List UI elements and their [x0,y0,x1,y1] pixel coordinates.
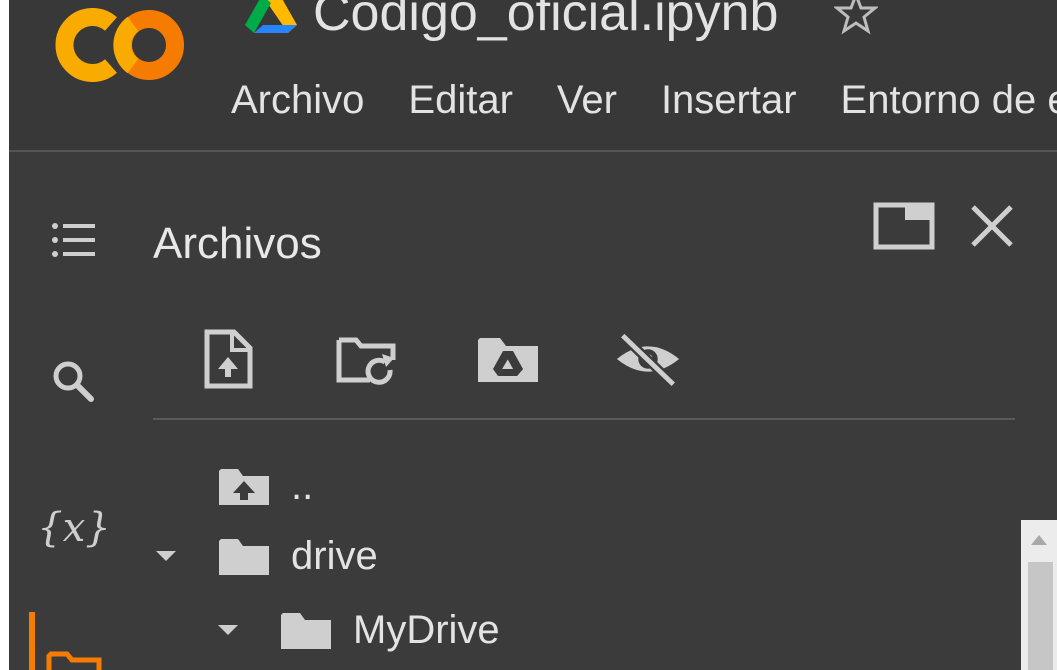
files-button[interactable] [39,640,109,670]
refresh-button[interactable] [333,324,403,394]
folder-refresh-icon [336,337,396,385]
google-drive-icon[interactable] [245,0,297,33]
close-icon [971,205,1013,247]
files-panel: Archivos .. drive MyDrive [134,152,1057,670]
caret-down-icon [156,551,176,561]
tree-row-mydrive[interactable]: MyDrive [215,602,500,658]
expand-toggle[interactable] [153,528,179,584]
folder-icon [219,539,269,575]
search-button[interactable] [39,352,109,412]
nav-rail: {x} [9,152,134,670]
menu-editar[interactable]: Editar [408,74,513,126]
drive-folder-icon [478,338,538,382]
close-panel-button[interactable] [957,196,1027,256]
panel-title: Archivos [153,219,322,268]
expand-toggle[interactable] [215,602,241,658]
upload-file-button[interactable] [193,324,263,394]
variables-button[interactable]: {x} [37,498,111,558]
tree-row-drive[interactable]: drive [153,528,378,584]
colab-logo-icon[interactable] [53,2,193,88]
title-row: Código_oficial.ipynb [245,0,879,48]
header: Código_oficial.ipynb Archivo Editar Ver … [9,0,1057,152]
tree-label: MyDrive [353,607,500,652]
tree-label: drive [291,533,378,578]
scroll-up-button[interactable] [1027,528,1051,552]
window-edge [0,0,9,670]
maximize-icon [873,202,935,250]
star-icon[interactable] [834,0,879,35]
folder-icon [46,651,102,670]
tree-label: .. [291,463,314,508]
notebook-title[interactable]: Código_oficial.ipynb [313,0,778,48]
menu-ver[interactable]: Ver [557,74,617,126]
divider [153,418,1015,420]
active-indicator [29,612,35,670]
toggle-hidden-files-button[interactable] [613,324,683,394]
folder-icon [281,613,331,649]
tree-row-parent[interactable]: .. [153,458,313,514]
scrollbar-thumb[interactable] [1028,562,1053,670]
arrow-up-icon [1031,535,1047,545]
mount-drive-button[interactable] [473,324,543,394]
folder-up-icon [219,469,269,505]
file-upload-icon [204,329,253,389]
table-of-contents-button[interactable] [39,210,109,270]
caret-down-icon [218,625,238,635]
list-icon [52,223,95,257]
menu-entorno[interactable]: Entorno de ejecución [841,74,1057,126]
variables-icon: {x} [37,505,111,551]
search-icon [53,361,94,402]
colab-window: Código_oficial.ipynb Archivo Editar Ver … [0,0,1057,670]
menu-archivo[interactable]: Archivo [231,74,364,126]
menu-bar: Archivo Editar Ver Insertar Entorno de e… [231,74,1057,126]
eye-off-icon [616,332,680,387]
menu-insertar[interactable]: Insertar [661,74,797,126]
open-in-tab-button[interactable] [869,196,939,256]
